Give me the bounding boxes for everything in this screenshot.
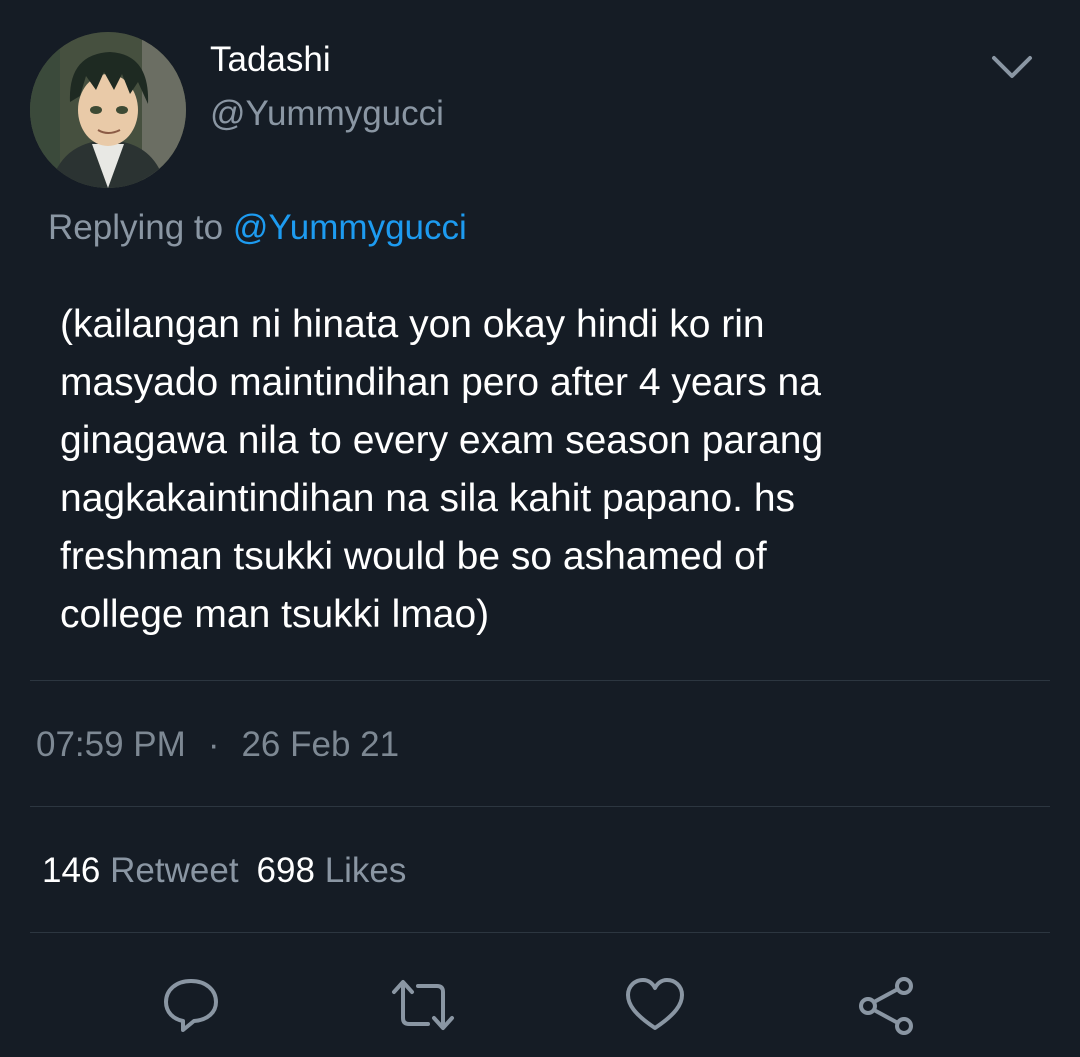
divider: [30, 932, 1050, 933]
reply-mention-link[interactable]: @Yummygucci: [233, 208, 467, 247]
replying-to-label: Replying to: [48, 208, 224, 247]
share-icon: [859, 977, 913, 1035]
divider: [30, 806, 1050, 807]
like-button[interactable]: [622, 972, 688, 1038]
retweets-stat[interactable]: 146 Retweet: [42, 851, 239, 890]
retweets-count: 146: [42, 851, 101, 890]
reply-button[interactable]: [158, 972, 224, 1038]
divider: [30, 680, 1050, 681]
heart-icon: [626, 978, 684, 1030]
tweet-text-line: college man tsukki lmao): [60, 593, 490, 636]
tweet-text-line: ginagawa nila to every exam season paran…: [60, 419, 824, 462]
tweet-date: 26 Feb 21: [241, 725, 400, 764]
retweet-button[interactable]: [390, 972, 456, 1038]
tweet-text-line: freshman tsukki would be so ashamed of: [60, 535, 767, 578]
author-handle[interactable]: @Yummygucci: [210, 94, 444, 134]
separator-dot: ·: [207, 725, 220, 764]
author-name[interactable]: Tadashi: [210, 40, 331, 80]
share-button[interactable]: [854, 972, 920, 1038]
avatar[interactable]: [30, 32, 186, 188]
likes-stat[interactable]: 698 Likes: [257, 851, 407, 890]
replying-to: Replying to @Yummygucci: [48, 206, 467, 250]
tweet-text: (kailangan ni hinata yon okay hindi ko r…: [60, 296, 1040, 644]
tweet-text-line: nagkakaintindihan na sila kahit papano. …: [60, 477, 796, 520]
tweet-time: 07:59 PM: [36, 725, 186, 764]
retweet-icon: [392, 980, 454, 1030]
tweet-stats: 146 Retweet 698 Likes: [42, 848, 406, 894]
tweet-timestamp[interactable]: 07:59 PM · 26 Feb 21: [36, 722, 399, 768]
comment-icon: [164, 979, 218, 1032]
likes-count: 698: [256, 851, 315, 890]
avatar-image: [30, 32, 186, 188]
tweet-text-line: masyado maintindihan pero after 4 years …: [60, 361, 821, 404]
likes-label: Likes: [324, 851, 407, 890]
retweets-label: Retweet: [110, 851, 239, 890]
tweet-detail: Tadashi @Yummygucci Replying to @Yummygu…: [0, 0, 1080, 1057]
chevron-down-icon[interactable]: [990, 52, 1034, 84]
tweet-text-line: (kailangan ni hinata yon okay hindi ko r…: [60, 303, 765, 346]
